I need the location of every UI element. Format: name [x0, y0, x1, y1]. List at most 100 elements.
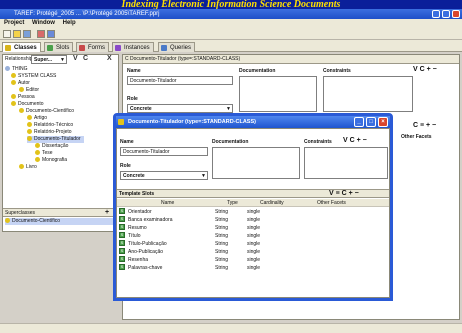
window-titlebar: TAREF: Protégé_2005 ... \P:\Protégé 2005… — [0, 9, 462, 19]
add-superclass-button[interactable]: + — [105, 209, 109, 216]
dialog-documentation-label: Documentation — [212, 139, 249, 145]
table-row[interactable]: S Título String single — [117, 232, 387, 240]
class-node-icon — [27, 136, 32, 142]
other-facets-label: Other Facets — [401, 134, 432, 140]
copy-icon[interactable] — [47, 30, 55, 38]
dialog-documentation-textarea[interactable] — [212, 147, 300, 179]
slot-buttons[interactable]: C ≡ + − — [413, 122, 436, 129]
menu-window[interactable]: Window — [32, 20, 55, 26]
relationship-select[interactable]: Super... ▼ — [31, 55, 67, 64]
slots-icon — [47, 45, 53, 51]
dialog-constraint-buttons[interactable]: V C + − — [343, 137, 367, 144]
tree-item-relatorio-projeto[interactable]: Relatório-Projeto — [27, 129, 72, 136]
table-row[interactable]: S Orientador String single — [117, 208, 387, 216]
role-label: Role — [127, 96, 138, 102]
class-hierarchy-panel: Relationship Super... ▼ V C X THING SYSTE… — [2, 54, 119, 232]
delete-class-button[interactable]: X — [107, 55, 112, 62]
save-project-icon[interactable] — [23, 30, 31, 38]
tree-item-livro[interactable]: Livro — [19, 164, 37, 171]
dialog-name-field[interactable]: Documento-Titulador — [120, 147, 208, 156]
tab-queries[interactable]: Queries — [158, 42, 196, 52]
superclasses-label: Superclasses — [5, 210, 36, 216]
chevron-down-icon: ▼ — [60, 57, 65, 63]
table-row[interactable]: S Resenha String single — [117, 256, 387, 264]
tree-item-documento-cientifico[interactable]: Documento-Científico — [19, 108, 74, 115]
tree-item-autor[interactable]: Autor — [11, 80, 30, 87]
maximize-icon[interactable]: □ — [366, 117, 376, 127]
dialog-role-select[interactable]: Concrete ▼ — [120, 171, 208, 180]
close-icon[interactable]: × — [378, 117, 388, 127]
classes-icon — [5, 45, 11, 51]
tree-item-editor[interactable]: Editor — [19, 87, 39, 94]
template-slots-label: Template Slots — [119, 191, 155, 197]
class-node-icon — [27, 129, 32, 135]
tree-item-monografia[interactable]: Monografia — [35, 157, 67, 164]
superclass-item[interactable]: Documento-Científico — [5, 218, 116, 225]
tree-item-documento-titulador[interactable]: Documento-Titulador — [27, 136, 84, 143]
tree-item-documento[interactable]: Documento — [11, 101, 44, 108]
tab-forms[interactable]: Forms — [76, 42, 109, 52]
table-row[interactable]: S Resumo String single — [117, 224, 387, 232]
menu-project[interactable]: Project — [4, 20, 24, 26]
table-row[interactable]: S Banca examinadora String single — [117, 216, 387, 224]
toolbar — [0, 28, 462, 40]
col-other-facets[interactable]: Other Facets — [317, 200, 346, 206]
documentation-textarea[interactable] — [239, 76, 317, 112]
create-class-button[interactable]: C — [83, 55, 88, 62]
class-node-icon — [35, 157, 40, 163]
dialog-titlebar: Documento-Titulador (type=:STANDARD-CLAS… — [116, 116, 390, 128]
chevron-down-icon: ▼ — [226, 106, 231, 112]
minimize-icon[interactable] — [432, 10, 440, 18]
table-row[interactable]: S Palavras-chave String single — [117, 264, 387, 272]
slot-icon: S — [119, 240, 125, 246]
maximize-icon[interactable] — [442, 10, 450, 18]
tree-item-artigo[interactable]: Artigo — [27, 115, 47, 122]
dialog-body: Name Documento-Titulador Documentation C… — [116, 128, 390, 298]
open-project-icon[interactable] — [13, 30, 21, 38]
constraints-list[interactable] — [323, 76, 413, 112]
tab-instances[interactable]: Instances — [112, 42, 154, 52]
slot-icon: S — [119, 256, 125, 262]
class-editor-header: C Documento-Titulador (type=:STANDARD-CL… — [123, 55, 459, 64]
class-node-icon — [19, 164, 24, 170]
col-name[interactable]: Name — [161, 200, 174, 206]
tab-slots[interactable]: Slots — [44, 42, 74, 52]
tab-classes[interactable]: Classes — [2, 42, 41, 52]
table-row[interactable]: S Título-Publicação String single — [117, 240, 387, 248]
menu-help[interactable]: Help — [63, 20, 76, 26]
class-node-icon — [27, 122, 32, 128]
table-row[interactable]: S Ano-Publicação String single — [117, 248, 387, 256]
class-node-icon — [27, 115, 32, 121]
class-editor-title: C Documento-Titulador (type=:STANDARD-CL… — [125, 56, 241, 62]
class-node-icon — [19, 108, 24, 114]
col-cardinality[interactable]: Cardinality — [260, 200, 284, 206]
dialog-role-label: Role — [120, 163, 131, 169]
tree-item-system-class[interactable]: SYSTEM CLASS — [11, 73, 56, 80]
slots-table-header: Name Type Cardinality Other Facets — [117, 199, 389, 207]
dialog-constraints-label: Constraints — [304, 139, 332, 145]
dialog-name-label: Name — [120, 139, 134, 145]
tree-item-thing[interactable]: THING — [5, 66, 28, 73]
close-icon[interactable] — [452, 10, 460, 18]
col-type[interactable]: Type — [227, 200, 238, 206]
dialog-constraints-list[interactable] — [304, 147, 388, 179]
new-project-icon[interactable] — [3, 30, 11, 38]
role-select[interactable]: Concrete ▼ — [127, 104, 233, 113]
dialog-title: Documento-Titulador (type=:STANDARD-CLAS… — [128, 119, 256, 125]
class-node-icon — [35, 143, 40, 149]
tree-item-dissertacao[interactable]: Dissertação — [35, 143, 68, 150]
constraint-buttons[interactable]: V C + − — [413, 66, 437, 73]
class-node-icon — [11, 94, 16, 100]
view-class-button[interactable]: V — [73, 55, 78, 62]
tree-item-tese[interactable]: Tese — [35, 150, 53, 157]
cut-icon[interactable] — [37, 30, 45, 38]
tree-item-pessoa[interactable]: Pessoa — [11, 94, 35, 101]
class-node-icon — [5, 218, 10, 224]
class-node-icon — [11, 101, 16, 107]
chevron-down-icon: ▼ — [201, 173, 206, 179]
class-node-icon — [35, 150, 40, 156]
template-slot-buttons[interactable]: V ≡ C + − — [329, 190, 359, 197]
tree-item-relatorio-tecnico[interactable]: Relatório-Técnico — [27, 122, 73, 129]
class-name-field[interactable]: Documento-Titulador — [127, 76, 233, 85]
minimize-icon[interactable]: _ — [354, 117, 364, 127]
